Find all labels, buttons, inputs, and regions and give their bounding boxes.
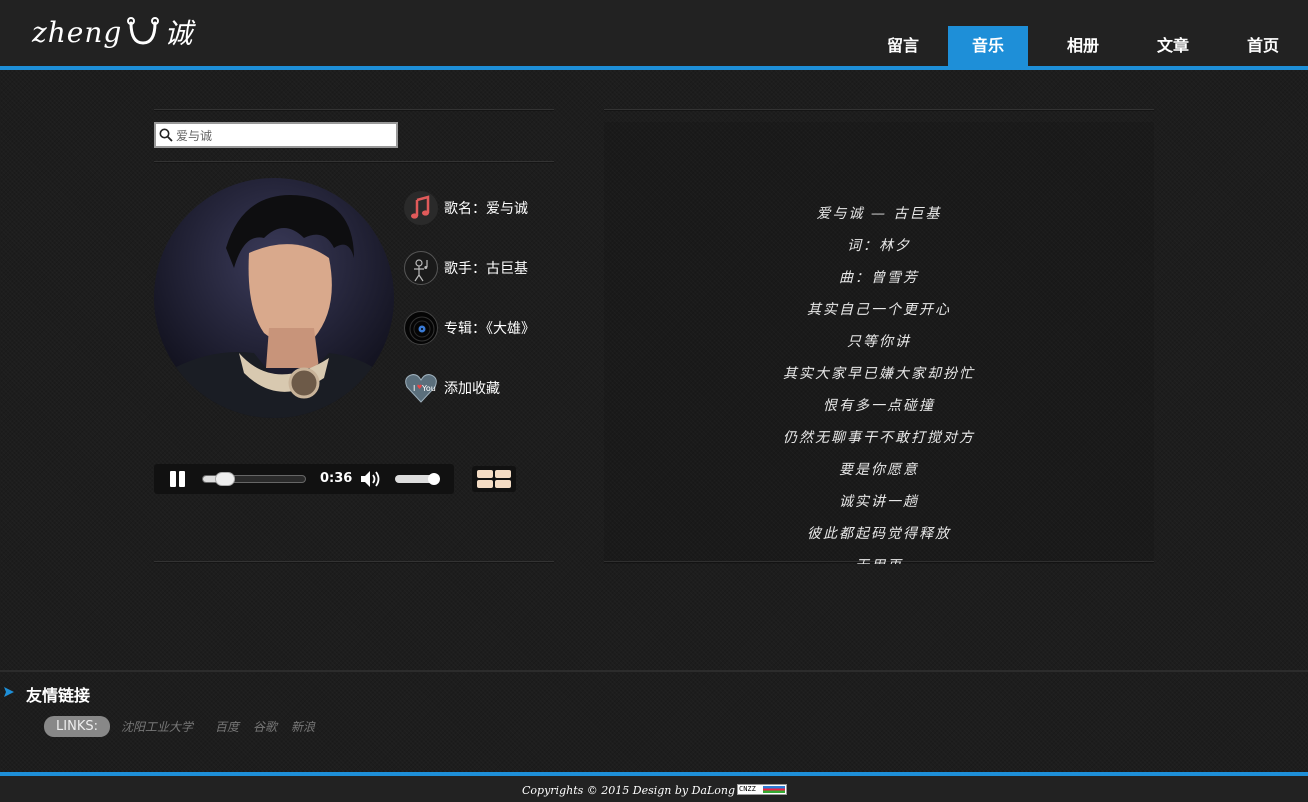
music-note-icon	[404, 191, 438, 225]
pause-button[interactable]	[170, 471, 186, 487]
link-item[interactable]: 谷歌	[253, 718, 277, 735]
lyric-line: 要是你愿意	[839, 462, 919, 478]
current-time: 0:36	[320, 471, 353, 486]
volume-slider[interactable]	[395, 473, 441, 485]
copyright-text: Copyrights © 2015 Design by DaLong	[522, 784, 736, 797]
right-top-divider	[604, 109, 1154, 111]
nav-item-articles[interactable]: 文章	[1128, 26, 1218, 66]
album-cover-image	[154, 178, 394, 418]
singer-icon	[404, 251, 438, 285]
stats-badge[interactable]: CNZZ	[737, 784, 787, 795]
logo-text-right: 诚	[164, 17, 194, 50]
audio-player: 0:36	[154, 464, 454, 494]
volume-icon[interactable]	[359, 469, 383, 489]
lyric-line: 无用再	[604, 554, 1154, 564]
nav-item-album[interactable]: 相册	[1038, 26, 1128, 66]
lyric-line: 爱与诚 — 古巨基	[816, 206, 942, 222]
lyrics-panel: 爱与诚 — 古巨基 词：林夕曲：曾雪芳其实自己一个更开心 只等你讲其实大家早已嫌大家…	[604, 122, 1154, 564]
logo-text-left: zheng	[32, 15, 123, 49]
svg-text:I: I	[413, 384, 415, 393]
stats-badge-label: CNZZ	[739, 785, 756, 793]
add-favorite-label[interactable]: 添加收藏	[444, 378, 500, 398]
artist-label: 歌手：古巨基	[444, 261, 528, 277]
song-name-label: 歌名：爱与诚	[444, 201, 528, 217]
volume-handle[interactable]	[428, 473, 441, 485]
album-label: 专辑：《大雄》	[444, 321, 535, 337]
search-icon[interactable]	[159, 128, 173, 142]
lyric-line: 只等你讲	[847, 334, 911, 350]
stats-badge-stripes	[763, 786, 785, 793]
nav-item-guestbook[interactable]: 留言	[858, 26, 948, 66]
favorite-row[interactable]: I You 添加收藏	[404, 371, 500, 405]
logo-u-icon	[126, 15, 160, 49]
progress-bar[interactable]	[202, 472, 306, 486]
album-row: 专辑：《大雄》	[404, 311, 535, 345]
lyrics-list: 爱与诚 — 古巨基 词：林夕曲：曾雪芳其实自己一个更开心 只等你讲其实大家早已嫌大家…	[604, 202, 1154, 564]
left-search-divider	[154, 161, 554, 163]
friendly-links-section: 友情链接 LINKS: 沈阳工业大学 百度 谷歌 新浪	[0, 670, 1308, 772]
search-input[interactable]	[176, 125, 394, 145]
lyric-line: 彼此都起码觉得释放	[807, 526, 951, 542]
lyric-line: 曲：曾雪芳	[839, 270, 919, 286]
song-search-box	[154, 122, 398, 148]
link-item[interactable]: 沈阳工业大学	[121, 718, 193, 735]
lyric-line: 仍然无聊事干不敢打搅对方	[783, 430, 975, 446]
lyric-line: 恨有多一点碰撞	[823, 398, 935, 414]
lyric-line: 其实自己一个更开心	[807, 302, 951, 318]
site-footer: Copyrights © 2015 Design by DaLong CNZZ	[0, 772, 1308, 802]
song-name-row: 歌名：爱与诚	[404, 191, 528, 225]
link-item[interactable]: 新浪	[291, 718, 315, 735]
arrow-right-icon	[4, 687, 14, 697]
links-title: 友情链接	[26, 686, 91, 705]
lyric-line: 词：林夕	[847, 238, 911, 254]
svg-text:You: You	[421, 384, 436, 393]
vinyl-record-icon	[404, 311, 438, 345]
site-header: zheng 诚 留言 音乐 相册 文章 首页	[0, 0, 1308, 70]
lyric-line: 其实大家早已嫌大家却扮忙	[783, 366, 975, 382]
progress-handle[interactable]	[215, 472, 236, 486]
links-badge: LINKS:	[44, 716, 110, 737]
playlist-toggle-button[interactable]	[472, 466, 516, 492]
link-item[interactable]: 百度	[215, 718, 239, 735]
lyric-line: 诚实讲一趟	[839, 494, 919, 510]
nav-item-home[interactable]: 首页	[1218, 26, 1308, 66]
site-logo[interactable]: zheng 诚	[32, 12, 193, 52]
heart-favorite-icon[interactable]: I You	[404, 371, 438, 405]
left-bottom-divider	[154, 561, 554, 563]
artist-row: 歌手：古巨基	[404, 251, 528, 285]
nav-item-music[interactable]: 音乐	[948, 26, 1028, 66]
left-top-divider	[154, 109, 554, 111]
main-nav: 留言 音乐 相册 文章 首页	[858, 26, 1308, 66]
